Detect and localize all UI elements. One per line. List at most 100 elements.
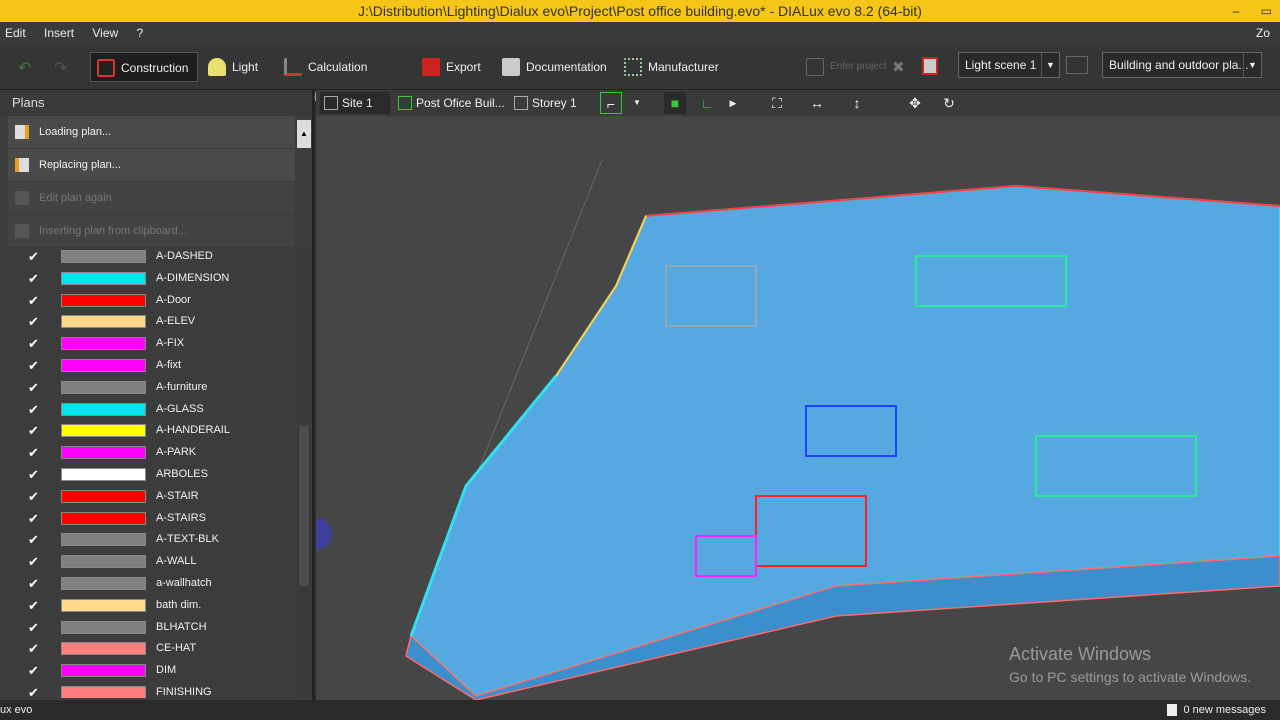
restore-button[interactable]: ▭: [1261, 4, 1272, 18]
layer-row[interactable]: ✔ A-ELEV: [8, 311, 290, 333]
layer-visible-checkbox[interactable]: ✔: [28, 685, 42, 698]
tab-storey[interactable]: Storey 1: [510, 92, 584, 114]
layer-color-swatch[interactable]: [61, 271, 146, 285]
layer-color-swatch[interactable]: [61, 642, 146, 656]
undo-icon[interactable]: ↶: [18, 58, 31, 78]
layer-row[interactable]: ✔ DIM: [8, 660, 290, 682]
layer-row[interactable]: ✔ A-GLASS: [8, 399, 290, 421]
menu-view[interactable]: View: [92, 26, 118, 40]
layer-color-swatch[interactable]: [61, 467, 146, 481]
layer-row[interactable]: ✔ A-PARK: [8, 442, 290, 464]
construction-tab[interactable]: Construction: [90, 52, 198, 82]
layer-color-swatch[interactable]: [61, 620, 146, 634]
scrollbar-thumb[interactable]: [299, 426, 309, 586]
layer-visible-checkbox[interactable]: ✔: [28, 576, 42, 591]
layer-visible-checkbox[interactable]: ✔: [28, 533, 42, 547]
scroll-up-button[interactable]: ▲: [297, 120, 311, 148]
messages-status[interactable]: 0 new messages: [1165, 700, 1266, 720]
menu-help[interactable]: ?: [137, 26, 144, 40]
layer-color-swatch[interactable]: [61, 576, 146, 590]
layer-visible-checkbox[interactable]: ✔: [28, 250, 42, 264]
layer-visible-checkbox[interactable]: ✔: [28, 642, 42, 656]
move-icon[interactable]: ✥: [904, 92, 926, 114]
layer-row[interactable]: ✔ BLHATCH: [8, 617, 290, 639]
fit-view-icon[interactable]: ⛶: [766, 92, 788, 114]
layer-visible-checkbox[interactable]: ✔: [28, 402, 42, 417]
layer-color-swatch[interactable]: [61, 250, 146, 263]
layer-row[interactable]: ✔ A-STAIRS: [8, 508, 290, 530]
insert-plan-clipboard-button[interactable]: Inserting plan from clipboard...: [8, 215, 295, 247]
layer-color-swatch[interactable]: [61, 446, 146, 460]
layer-row[interactable]: ✔ A-HANDERAIL: [8, 420, 290, 442]
layer-row[interactable]: ✔ A-STAIR: [8, 486, 290, 508]
zoom-label[interactable]: Zo: [1256, 22, 1270, 44]
layer-row[interactable]: ✔ ARBOLES: [8, 464, 290, 486]
3d-view-icon[interactable]: ■: [664, 92, 686, 114]
light-tab[interactable]: Light: [202, 52, 272, 82]
documentation-tab[interactable]: Documentation: [496, 52, 610, 82]
floorplan-3d-render[interactable]: [316, 116, 1280, 700]
layer-row[interactable]: ✔ A-furniture: [8, 377, 290, 399]
layer-color-swatch[interactable]: [61, 337, 146, 351]
layer-visible-checkbox[interactable]: ✔: [28, 598, 42, 613]
measure-vertical-icon[interactable]: ↕: [846, 92, 868, 114]
play-arrow-icon[interactable]: ▶: [722, 92, 744, 114]
layer-color-swatch[interactable]: [61, 315, 146, 329]
floorplan-tool-icon[interactable]: ⌐: [600, 92, 622, 114]
layer-color-swatch[interactable]: [61, 664, 146, 678]
layer-color-swatch[interactable]: [61, 489, 146, 503]
redo-icon[interactable]: ↷: [54, 58, 67, 78]
layer-color-swatch[interactable]: [61, 533, 146, 547]
layer-color-swatch[interactable]: [61, 380, 146, 394]
layer-color-swatch[interactable]: [61, 424, 146, 438]
tab-building[interactable]: Post Ofice Buil...: [394, 92, 506, 114]
loading-plan-button[interactable]: Loading plan...: [8, 116, 295, 148]
layer-visible-checkbox[interactable]: ✔: [28, 271, 42, 286]
layer-visible-checkbox[interactable]: ✔: [28, 664, 42, 678]
layer-color-swatch[interactable]: [61, 555, 146, 569]
layer-visible-checkbox[interactable]: ✔: [28, 358, 42, 373]
layer-row[interactable]: ✔ A-DIMENSION: [8, 268, 290, 290]
menu-edit[interactable]: Edit: [5, 26, 26, 40]
layer-color-swatch[interactable]: [61, 358, 146, 372]
replacing-plan-button[interactable]: Replacing plan...: [8, 149, 295, 181]
layer-visible-checkbox[interactable]: ✔: [28, 467, 42, 482]
layer-row[interactable]: ✔ a-wallhatch: [8, 573, 290, 595]
scene-settings-icon[interactable]: [1066, 56, 1088, 74]
menu-insert[interactable]: Insert: [44, 26, 74, 40]
layer-row[interactable]: ✔ FINISHING: [8, 682, 290, 698]
layer-row[interactable]: ✔ A-TEXT-BLK: [8, 529, 290, 551]
layer-row[interactable]: ✔ bath dim.: [8, 595, 290, 617]
building-select[interactable]: Building and outdoor pla... ▼: [1102, 52, 1262, 78]
enter-project-button[interactable]: Enter project: [800, 52, 890, 82]
layer-color-swatch[interactable]: [61, 293, 146, 307]
calc-objects-tab[interactable]: Calculation objects: [278, 52, 408, 104]
layer-visible-checkbox[interactable]: ✔: [28, 489, 42, 504]
delete-icon[interactable]: [922, 57, 938, 75]
edit-plan-again-button[interactable]: Edit plan again: [8, 182, 295, 214]
l-shape-icon[interactable]: ∟: [696, 92, 718, 114]
layer-visible-checkbox[interactable]: ✔: [28, 315, 42, 329]
layer-row[interactable]: ✔ A-FIX: [8, 333, 290, 355]
manufacturer-tab[interactable]: Manufacturer: [618, 52, 722, 82]
export-tab[interactable]: Export: [416, 52, 488, 82]
layer-visible-checkbox[interactable]: ✔: [28, 446, 42, 460]
layer-visible-checkbox[interactable]: ✔: [28, 293, 42, 308]
layer-visible-checkbox[interactable]: ✔: [28, 424, 42, 438]
layer-color-swatch[interactable]: [61, 402, 146, 416]
layer-row[interactable]: ✔ A-WALL: [8, 551, 290, 573]
light-scene-select[interactable]: Light scene 1 ▼: [958, 52, 1060, 78]
layer-color-swatch[interactable]: [61, 511, 146, 525]
tab-site[interactable]: Site 1: [320, 92, 390, 114]
minimize-button[interactable]: –: [1233, 4, 1240, 18]
close-project-icon[interactable]: ✖: [892, 58, 905, 76]
layer-visible-checkbox[interactable]: ✔: [28, 380, 42, 395]
layer-scrollbar[interactable]: [297, 250, 311, 698]
layer-visible-checkbox[interactable]: ✔: [28, 555, 42, 569]
measure-horizontal-icon[interactable]: ↔: [806, 92, 828, 114]
layer-row[interactable]: ✔ CE-HAT: [8, 638, 290, 660]
layer-color-swatch[interactable]: [61, 685, 146, 698]
layer-row[interactable]: ✔ A-Door: [8, 290, 290, 312]
dropdown-arrow-icon[interactable]: ▼: [626, 92, 648, 114]
layer-row[interactable]: ✔ A-DASHED: [8, 246, 290, 268]
